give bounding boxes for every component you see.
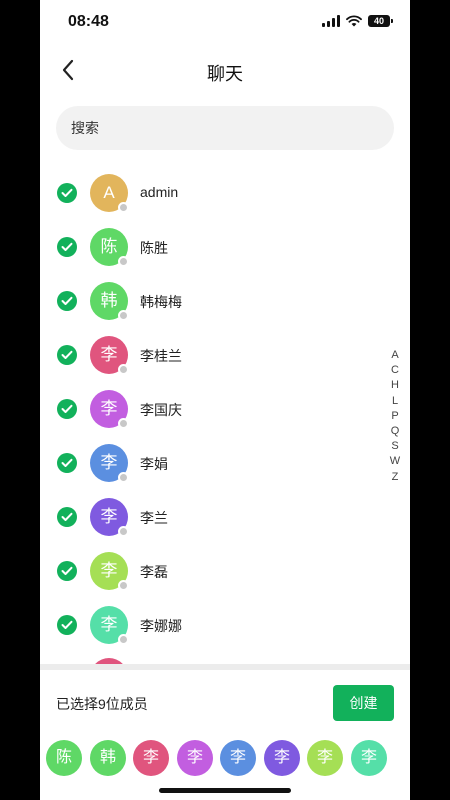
battery-icon: 40	[368, 15, 393, 27]
contact-item-lilan[interactable]: 李 李兰	[40, 490, 410, 544]
avatar: 李	[90, 444, 129, 483]
index-letter-h[interactable]: H	[391, 378, 399, 393]
avatar: 李	[90, 606, 129, 645]
selected-avatar[interactable]: 李	[133, 740, 169, 776]
wifi-icon	[346, 15, 362, 27]
offline-status-dot	[118, 472, 129, 483]
status-icons: 40	[322, 15, 393, 27]
avatar: 李	[90, 552, 129, 591]
avatar: 李	[90, 498, 129, 537]
status-time: 08:48	[68, 13, 109, 30]
create-button[interactable]: 创建	[333, 685, 394, 721]
index-letter-q[interactable]: Q	[391, 424, 400, 439]
checkbox-checked-icon[interactable]	[57, 291, 77, 311]
index-letter-s[interactable]: S	[391, 439, 398, 454]
contact-name: 李娜娜	[140, 618, 182, 634]
phone-screen: 08:48 40 聊天 搜索 A admin 陈 陈胜 韩 韩梅梅 李 李桂兰 …	[40, 0, 410, 800]
offline-status-dot	[118, 634, 129, 645]
contact-name: 陈胜	[140, 240, 168, 256]
offline-status-dot	[118, 418, 129, 429]
checkbox-checked-icon[interactable]	[57, 183, 77, 203]
avatar: A	[90, 174, 129, 213]
search-input[interactable]: 搜索	[56, 106, 394, 150]
contact-item-liguilan[interactable]: 李 李桂兰	[40, 328, 410, 382]
contact-item-chensheng[interactable]: 陈 陈胜	[40, 220, 410, 274]
selected-avatar[interactable]: 韩	[90, 740, 126, 776]
index-letter-c[interactable]: C	[391, 363, 399, 378]
contact-name: 李娟	[140, 456, 168, 472]
contact-item-linana[interactable]: 李 李娜娜	[40, 598, 410, 652]
checkbox-checked-icon[interactable]	[57, 561, 77, 581]
contact-item-hanmeimei[interactable]: 韩 韩梅梅	[40, 274, 410, 328]
index-letter-l[interactable]: L	[392, 394, 398, 409]
offline-status-dot	[118, 364, 129, 375]
checkbox-checked-icon[interactable]	[57, 507, 77, 527]
contact-name: 李兰	[140, 510, 168, 526]
signal-icon	[322, 15, 340, 27]
contact-name: 李国庆	[140, 402, 182, 418]
avatar: 李	[90, 390, 129, 429]
selected-count-text: 已选择9位成员	[56, 696, 148, 712]
selected-avatar[interactable]: 陈	[46, 740, 82, 776]
contact-name: 李桂兰	[140, 348, 182, 364]
contact-item-liguoqing[interactable]: 李 李国庆	[40, 382, 410, 436]
status-bar: 08:48 40	[40, 0, 410, 44]
contact-name: 韩梅梅	[140, 294, 182, 310]
alphabet-index[interactable]: A C H L P Q S W Z	[389, 348, 401, 485]
checkbox-checked-icon[interactable]	[57, 345, 77, 365]
home-indicator	[159, 788, 291, 793]
contact-name: 李磊	[140, 564, 168, 580]
checkbox-checked-icon[interactable]	[57, 237, 77, 257]
avatar: 韩	[90, 282, 129, 321]
offline-status-dot	[118, 580, 129, 591]
contact-item-lijuan[interactable]: 李 李娟	[40, 436, 410, 490]
avatar: 李	[90, 336, 129, 375]
selected-avatar[interactable]: 李	[307, 740, 343, 776]
offline-status-dot	[118, 256, 129, 267]
index-letter-p[interactable]: P	[391, 409, 398, 424]
offline-status-dot	[118, 526, 129, 537]
index-letter-a[interactable]: A	[391, 348, 398, 363]
nav-bar: 聊天	[40, 44, 410, 98]
contact-item-admin[interactable]: A admin	[40, 166, 410, 220]
selected-avatar[interactable]: 李	[264, 740, 300, 776]
selected-avatar[interactable]: 李	[351, 740, 387, 776]
avatar: 陈	[90, 228, 129, 267]
selection-panel: 已选择9位成员 创建 陈 韩 李 李 李 李 李 李	[40, 670, 410, 800]
offline-status-dot	[118, 310, 129, 321]
checkbox-checked-icon[interactable]	[57, 399, 77, 419]
checkbox-checked-icon[interactable]	[57, 615, 77, 635]
contact-item-lilei[interactable]: 李 李磊	[40, 544, 410, 598]
contact-name: admin	[140, 184, 179, 200]
index-letter-w[interactable]: W	[390, 454, 400, 469]
index-letter-z[interactable]: Z	[392, 470, 399, 485]
offline-status-dot	[118, 202, 129, 213]
selected-avatar[interactable]: 李	[220, 740, 256, 776]
checkbox-checked-icon[interactable]	[57, 453, 77, 473]
page-title: 聊天	[207, 64, 243, 84]
selected-avatar[interactable]: 李	[177, 740, 213, 776]
